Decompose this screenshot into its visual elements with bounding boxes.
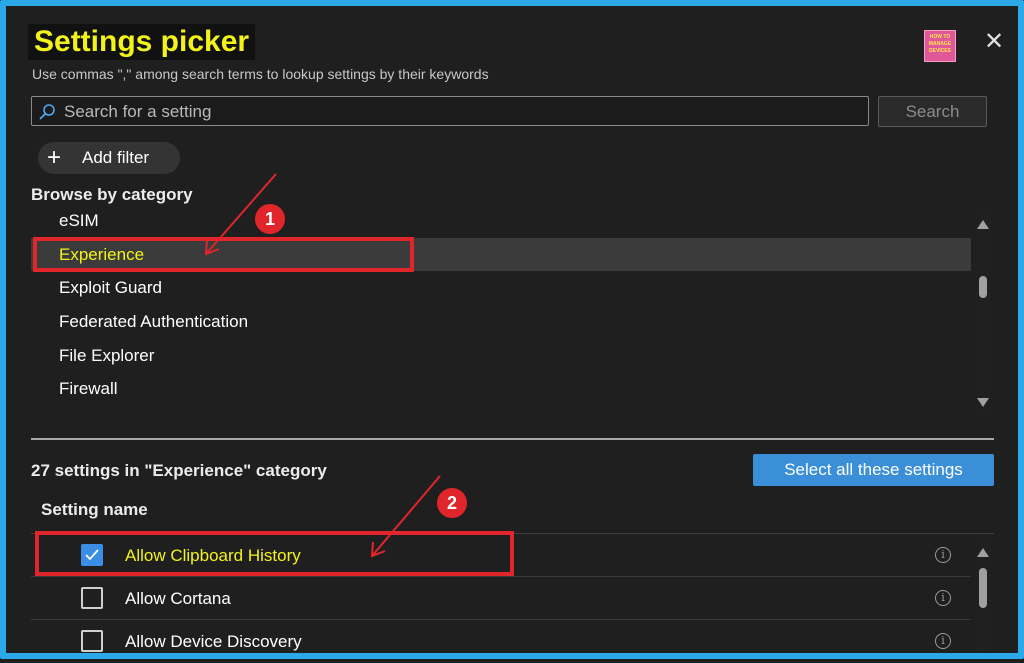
- annotation-badge-2: 2: [437, 488, 467, 518]
- annotation-arrow-2: [371, 475, 441, 557]
- annotation-arrows: [204, 173, 441, 558]
- annotation-badge-1: 1: [255, 204, 285, 234]
